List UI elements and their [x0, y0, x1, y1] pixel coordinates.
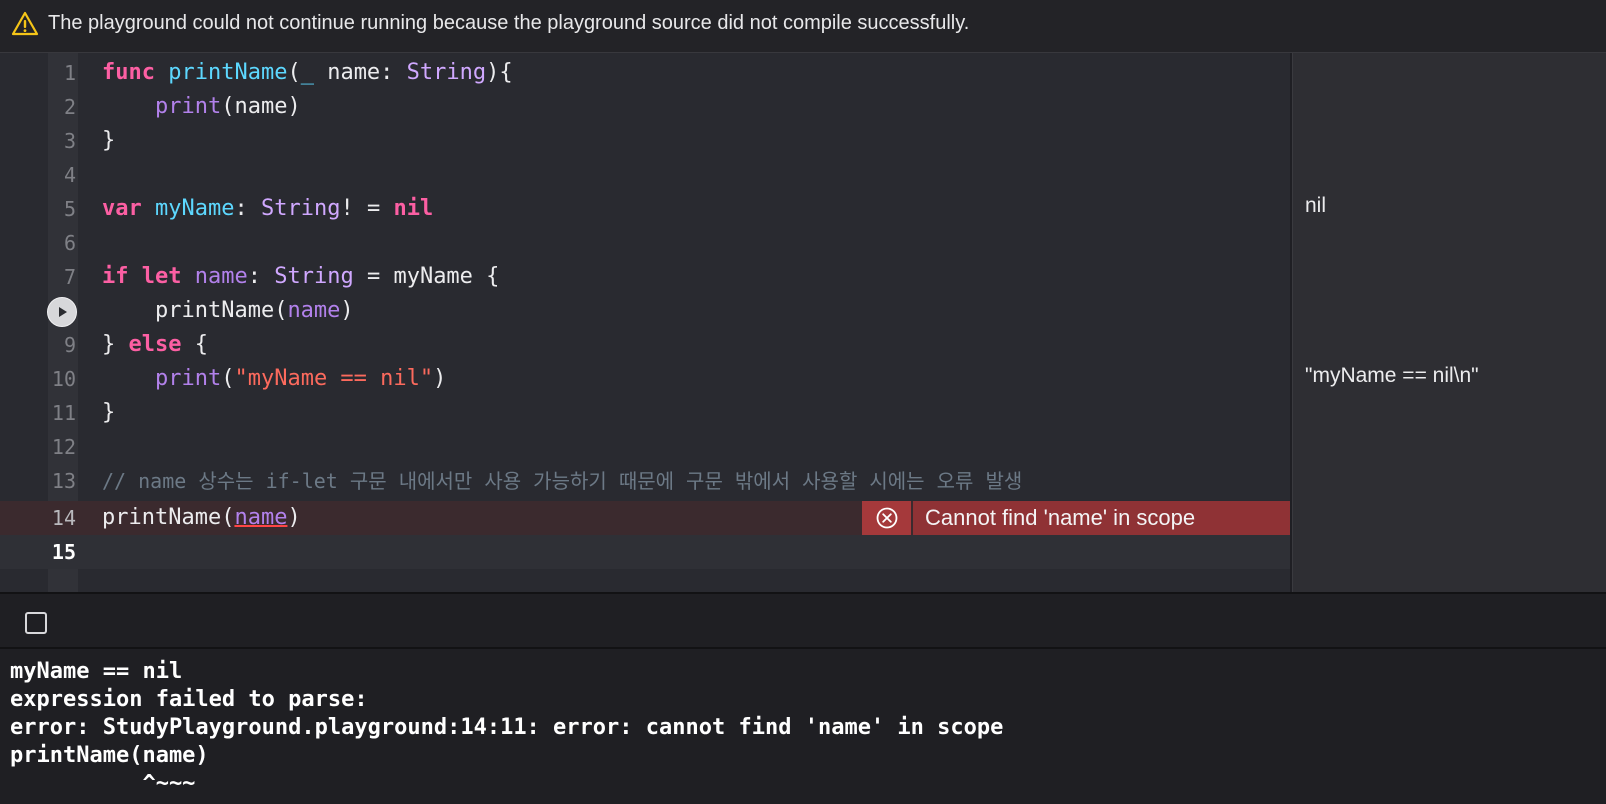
compile-warning-bar: The playground could not continue runnin…	[0, 0, 1606, 53]
debug-bar	[0, 592, 1606, 649]
line-number: 5	[63, 197, 76, 221]
error-x-circle-icon	[876, 507, 897, 529]
error-badge[interactable]	[862, 501, 911, 535]
code-comment[interactable]: // name 상수는 if-let 구문 내에서만 사용 가능하기 때문에 구…	[102, 464, 1022, 498]
line-number: 3	[63, 129, 76, 153]
run-to-line-button[interactable]	[47, 297, 77, 327]
play-circle-icon	[59, 307, 67, 317]
console-output[interactable]: myName == nil expression failed to parse…	[0, 650, 1606, 804]
line-number: 2	[63, 95, 76, 119]
line-number: 13	[51, 469, 76, 493]
code-line-8[interactable]: printName(name)	[0, 294, 1290, 328]
line-number: 14	[51, 506, 76, 530]
code-text[interactable]: printName(name)	[102, 501, 301, 535]
code-text[interactable]: print(name)	[102, 90, 301, 124]
line-number: 7	[63, 265, 76, 289]
line-number: 10	[51, 367, 76, 391]
line-number: 1	[63, 61, 76, 85]
code-line-2[interactable]: 2 print(name)	[0, 90, 1290, 124]
code-text[interactable]: if let name: String = myName {	[102, 260, 499, 294]
line-number: 15	[51, 540, 76, 564]
console-line: myName == nil	[10, 659, 183, 684]
result-value-line-10[interactable]: "myName == nil\n"	[1305, 364, 1479, 388]
code-line-12[interactable]: 12	[0, 430, 1290, 464]
code-text[interactable]: }	[102, 396, 115, 430]
code-line-11[interactable]: 11 }	[0, 396, 1290, 430]
inline-error-message[interactable]: Cannot find 'name' in scope	[913, 501, 1290, 535]
line-number: 4	[63, 163, 76, 187]
code-line-7[interactable]: 7 if let name: String = myName {	[0, 260, 1290, 294]
code-line-15-current[interactable]: 15	[0, 535, 1290, 569]
console-line: printName(name)	[10, 743, 209, 768]
show-debug-area-icon[interactable]	[25, 612, 47, 634]
code-line-5[interactable]: 5 var myName: String! = nil	[0, 192, 1290, 226]
code-line-10[interactable]: 10 print("myName == nil")	[0, 362, 1290, 396]
result-value-line-5[interactable]: nil	[1305, 194, 1326, 218]
results-sidebar: nil "myName == nil\n"	[1292, 53, 1606, 592]
code-line-4[interactable]: 4	[0, 158, 1290, 192]
code-text[interactable]: printName(name)	[102, 294, 354, 328]
line-number: 6	[63, 231, 76, 255]
line-number: 12	[51, 435, 76, 459]
code-text[interactable]: var myName: String! = nil	[102, 192, 433, 226]
code-text[interactable]: print("myName == nil")	[102, 362, 446, 396]
line-number: 11	[51, 401, 76, 425]
code-line-6[interactable]: 6	[0, 226, 1290, 260]
warning-triangle-icon	[11, 11, 39, 36]
line-number: 9	[63, 333, 76, 357]
code-text[interactable]: func printName(_ name: String){	[102, 56, 513, 90]
console-line: ^~~~	[10, 771, 196, 796]
console-line: error: StudyPlayground.playground:14:11:…	[10, 715, 1004, 740]
code-line-13[interactable]: 13 // name 상수는 if-let 구문 내에서만 사용 가능하기 때문…	[0, 464, 1290, 498]
code-text[interactable]: }	[102, 124, 115, 158]
code-line-9[interactable]: 9 } else {	[0, 328, 1290, 362]
compile-warning-message: The playground could not continue runnin…	[48, 12, 970, 34]
code-line-3[interactable]: 3 }	[0, 124, 1290, 158]
code-line-1[interactable]: 1 func printName(_ name: String){	[0, 56, 1290, 90]
code-text[interactable]: } else {	[102, 328, 208, 362]
console-line: expression failed to parse:	[10, 687, 368, 712]
